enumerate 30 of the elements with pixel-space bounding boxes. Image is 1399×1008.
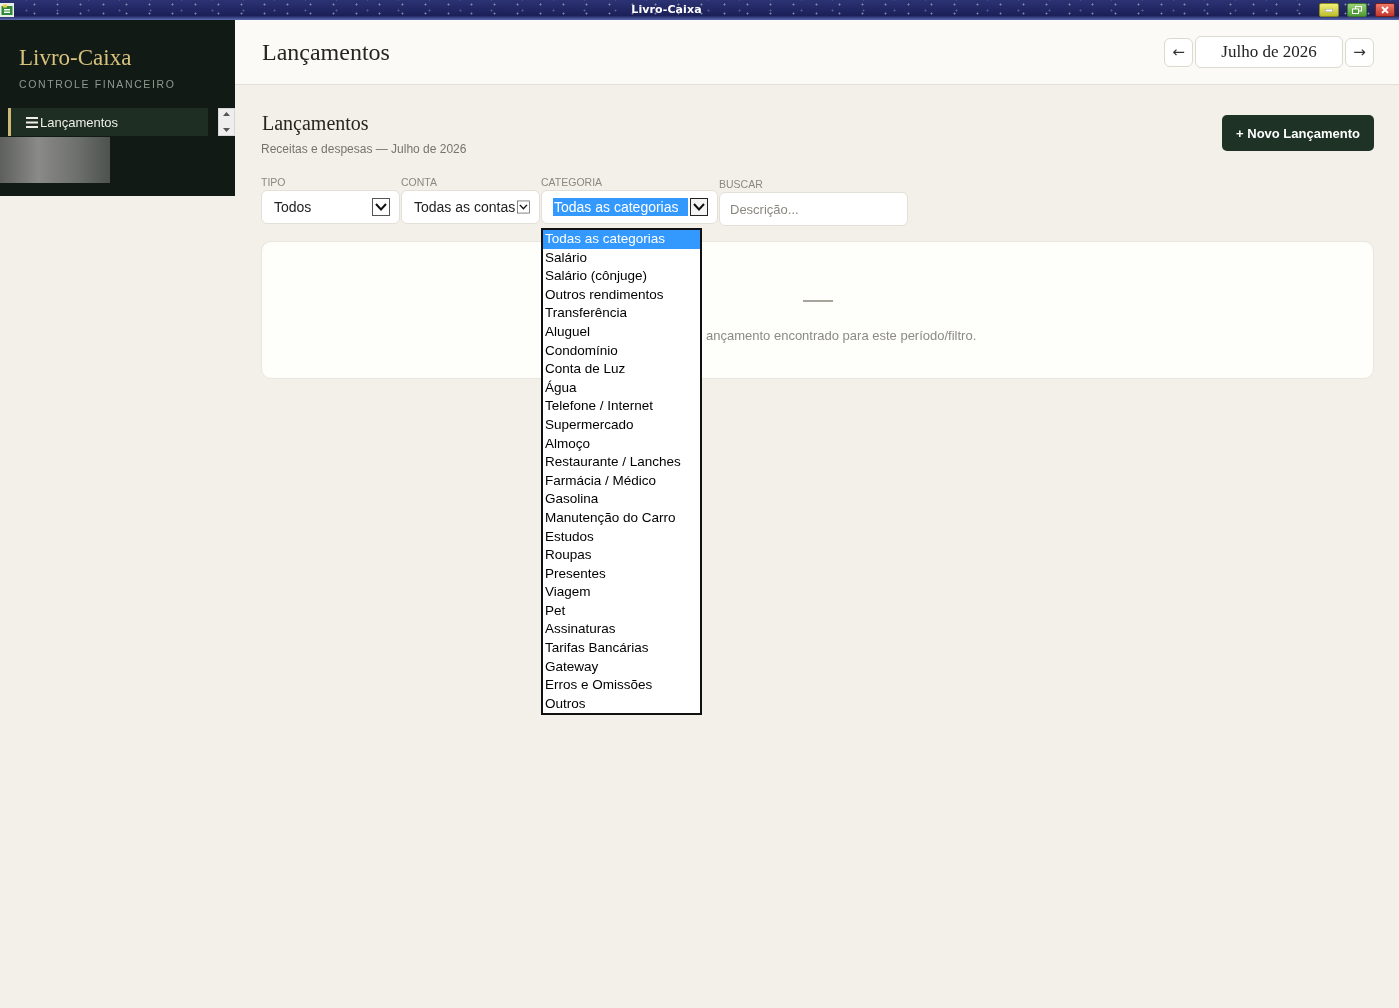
restore-icon xyxy=(1352,6,1362,14)
filter-label: TIPO xyxy=(261,176,286,188)
filter-label: CONTA xyxy=(401,176,437,188)
scrollbar[interactable] xyxy=(218,108,235,136)
filter-label: BUSCAR xyxy=(719,178,763,190)
select-field[interactable]: Todos xyxy=(261,190,400,224)
search-field[interactable]: Descrição... xyxy=(719,192,908,226)
next-month-button[interactable]: → xyxy=(1345,37,1374,67)
nav-item[interactable]: Lançamentos xyxy=(8,108,208,136)
dash-mark xyxy=(802,300,833,302)
minimize-button[interactable] xyxy=(1319,3,1339,17)
menu-icon xyxy=(26,116,38,128)
section-subtitle: Receitas e despesas — Julho de 2026 xyxy=(261,142,467,156)
new-entry-button[interactable]: + Novo Lançamento xyxy=(1222,115,1374,151)
current-month: Julho de 2026 xyxy=(1195,36,1343,68)
close-icon xyxy=(1381,6,1389,14)
minimize-icon xyxy=(1325,8,1333,12)
filter-label: CATEGORIA xyxy=(541,176,603,188)
brand-tagline: CONTROLE FINANCEIRO xyxy=(19,77,177,91)
restore-button[interactable] xyxy=(1347,3,1367,17)
page-title: Lançamentos xyxy=(262,38,390,66)
close-button[interactable] xyxy=(1375,3,1395,17)
previous-month-button[interactable]: ← xyxy=(1164,37,1193,67)
caret-down-icon xyxy=(223,128,230,132)
select-field[interactable]: Todas as contas xyxy=(401,190,540,224)
window-title: Livro-Caixa xyxy=(630,3,703,17)
section-title: Lançamentos xyxy=(262,112,370,134)
caret-up-icon xyxy=(223,112,230,116)
brand-title: Livro-Caixa xyxy=(19,45,133,71)
empty-message: ançamento encontrado para este período/filtro. xyxy=(706,328,977,344)
